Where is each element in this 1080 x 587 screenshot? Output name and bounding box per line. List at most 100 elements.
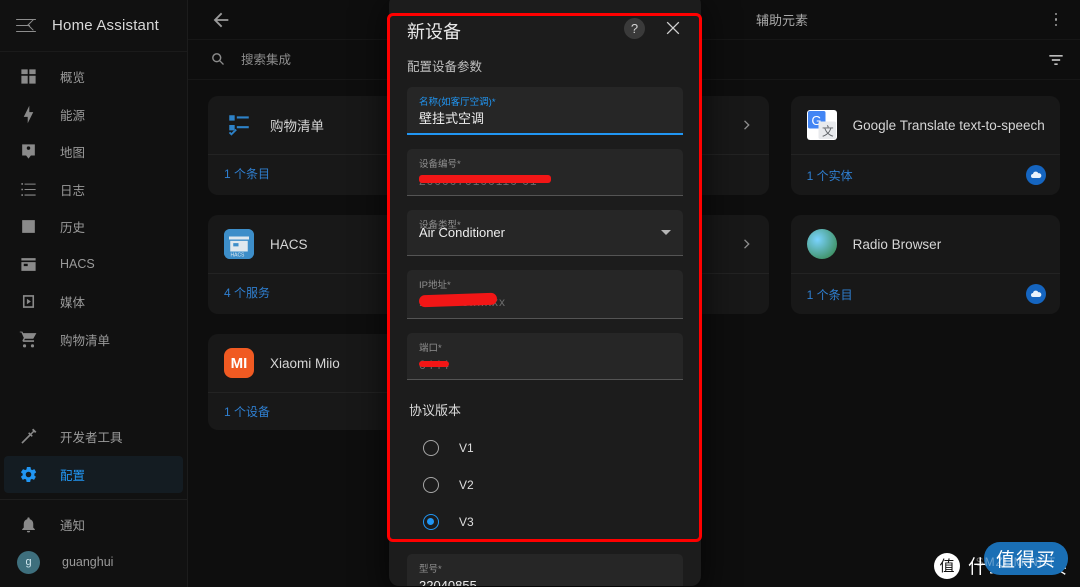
hacs-store-icon: [18, 254, 38, 274]
sidebar-item-developer-tools[interactable]: 开发者工具: [4, 418, 183, 456]
card-count[interactable]: 1 个条目: [807, 286, 853, 303]
sidebar-item-map[interactable]: 地图: [4, 133, 183, 171]
field-label: 端口*: [419, 343, 442, 354]
sidebar-tools: 开发者工具 配置: [0, 418, 187, 493]
watermark-url: SMZDM.NET: [975, 555, 1056, 569]
card-footer: 1 个实体: [790, 154, 1060, 195]
radio-option-v3[interactable]: V3: [409, 503, 683, 540]
card-count[interactable]: 1 个实体: [807, 167, 853, 184]
field-value: 6444: [419, 355, 671, 375]
field-value: 192.168.x.xxx: [418, 292, 671, 314]
sidebar-item-notifications[interactable]: 通知: [4, 506, 183, 544]
radio-browser-logo: [806, 229, 837, 259]
dialog-subtitle: 配置设备参数: [407, 60, 483, 74]
account-map-icon: [18, 142, 38, 162]
svg-text:文: 文: [822, 125, 834, 139]
field-value: 壁挂式空调: [419, 111, 485, 126]
close-icon[interactable]: [663, 18, 683, 38]
watermark: 值 什么值得买 值得买 SMZDM.NET: [933, 542, 1068, 579]
format-list-icon: [18, 179, 38, 199]
field-port[interactable]: 端口* 6444: [407, 333, 683, 380]
sidebar-item-label: 通知: [60, 519, 86, 534]
integration-card-radio-browser[interactable]: Radio Browser 1 个条目: [790, 215, 1060, 314]
card-title: Google Translate text-to-speech: [852, 117, 1045, 133]
field-value: Air Conditioner: [419, 225, 505, 240]
sidebar-item-media[interactable]: 媒体: [4, 283, 183, 321]
dialog-form: 名称(如客厅空调)* 壁挂式空调 设备编号* 2000070100110 01 …: [389, 75, 701, 540]
sidebar-item-label: 概览: [60, 71, 86, 86]
cloud-icon: [1026, 165, 1046, 185]
sidebar-item-label: 配置: [60, 468, 86, 483]
sidebar-user-label: guanghui: [62, 555, 114, 570]
radio-button-checked-icon[interactable]: [423, 513, 439, 530]
google-translate-logo: G 文: [806, 110, 837, 140]
sidebar-item-configuration[interactable]: 配置: [4, 455, 183, 493]
protocol-version-group: 协议版本 V1 V2 V3: [407, 394, 683, 540]
card-count[interactable]: 1 个条目: [224, 165, 270, 182]
sidebar: Home Assistant 概览 能源 地图 日志 历史 HACS 媒体 购物…: [0, 0, 188, 587]
field-device-name[interactable]: 名称(如客厅空调)* 壁挂式空调: [407, 87, 683, 135]
radio-label: V1: [459, 440, 474, 455]
radio-button-icon[interactable]: [423, 476, 439, 493]
card-title: Radio Browser: [852, 236, 942, 252]
radio-option-v1[interactable]: V1: [409, 429, 683, 466]
sidebar-nav: 概览 能源 地图 日志 历史 HACS 媒体 购物清单: [0, 52, 187, 358]
arrow-left-icon[interactable]: [210, 9, 232, 31]
sidebar-item-history[interactable]: 历史: [4, 208, 183, 246]
chevron-right-icon[interactable]: [739, 117, 755, 133]
sidebar-item-label: HACS: [60, 257, 95, 272]
sidebar-bottom: 通知 g guanghui: [0, 506, 187, 587]
sidebar-header: Home Assistant: [0, 0, 187, 52]
sidebar-item-label: 地图: [60, 146, 86, 161]
sidebar-item-label: 开发者工具: [60, 431, 123, 446]
filter-icon[interactable]: [1046, 50, 1066, 70]
card-header: G 文 Google Translate text-to-speech: [791, 96, 1060, 154]
radio-label: V3: [459, 514, 474, 529]
chevron-right-icon[interactable]: [739, 236, 755, 252]
search-icon: [210, 51, 227, 68]
sidebar-item-label: 历史: [60, 221, 86, 236]
field-value: 2000070100110 01: [419, 171, 671, 191]
hamburger-collapse-icon[interactable]: [16, 18, 39, 34]
dots-vertical-icon[interactable]: [1046, 10, 1066, 30]
sidebar-item-user[interactable]: g guanghui: [4, 544, 183, 582]
field-label: 型号*: [419, 564, 442, 575]
field-device-type[interactable]: 设备类型* Air Conditioner: [407, 210, 683, 256]
cart-icon: [18, 329, 38, 349]
cloud-icon: [1026, 284, 1046, 304]
bell-icon: [18, 515, 38, 535]
gear-icon: [18, 464, 38, 484]
sidebar-item-label: 媒体: [60, 296, 86, 311]
help-circle-icon[interactable]: ?: [624, 18, 645, 39]
sidebar-item-shopping-list[interactable]: 购物清单: [4, 321, 183, 359]
radio-button-icon[interactable]: [423, 439, 439, 456]
shopping-list-logo: [224, 110, 254, 140]
sidebar-item-label: 购物清单: [60, 333, 111, 348]
sidebar-item-overview[interactable]: 概览: [4, 58, 183, 96]
card-header: Radio Browser: [791, 215, 1060, 273]
card-count[interactable]: 1 个设备: [224, 403, 270, 420]
radio-group-title: 协议版本: [409, 403, 462, 418]
redaction-mark: [419, 361, 449, 367]
field-device-serial[interactable]: 设备编号* 2000070100110 01: [407, 149, 683, 196]
svg-text:HACS: HACS: [231, 253, 246, 259]
view-dashboard-icon: [18, 67, 38, 87]
sidebar-item-hacs[interactable]: HACS: [4, 246, 183, 284]
chevron-down-icon[interactable]: [661, 230, 671, 235]
sidebar-item-energy[interactable]: 能源: [4, 96, 183, 134]
card-count[interactable]: 4 个服务: [224, 284, 270, 301]
field-label: IP地址*: [419, 280, 451, 291]
sidebar-item-logbook[interactable]: 日志: [4, 171, 183, 209]
lightning-bolt-icon: [18, 104, 38, 124]
redaction-mark: [418, 292, 498, 308]
integration-card-google-translate[interactable]: G 文 Google Translate text-to-speech 1 个实…: [790, 96, 1060, 195]
new-device-dialog: 新设备 ? 配置设备参数 名称(如客厅空调)* 壁挂式空调 设备编号* 2000…: [389, 0, 701, 586]
field-label: 名称(如客厅空调)*: [419, 97, 496, 108]
app-title: Home Assistant: [52, 17, 160, 34]
field-ip-address[interactable]: IP地址* 192.168.x.xxx: [407, 270, 683, 319]
field-model[interactable]: 型号* 22040855: [407, 554, 683, 586]
dialog-header: 新设备 ?: [389, 0, 701, 44]
radio-option-v2[interactable]: V2: [409, 466, 683, 503]
hammer-wrench-icon: [18, 427, 38, 447]
